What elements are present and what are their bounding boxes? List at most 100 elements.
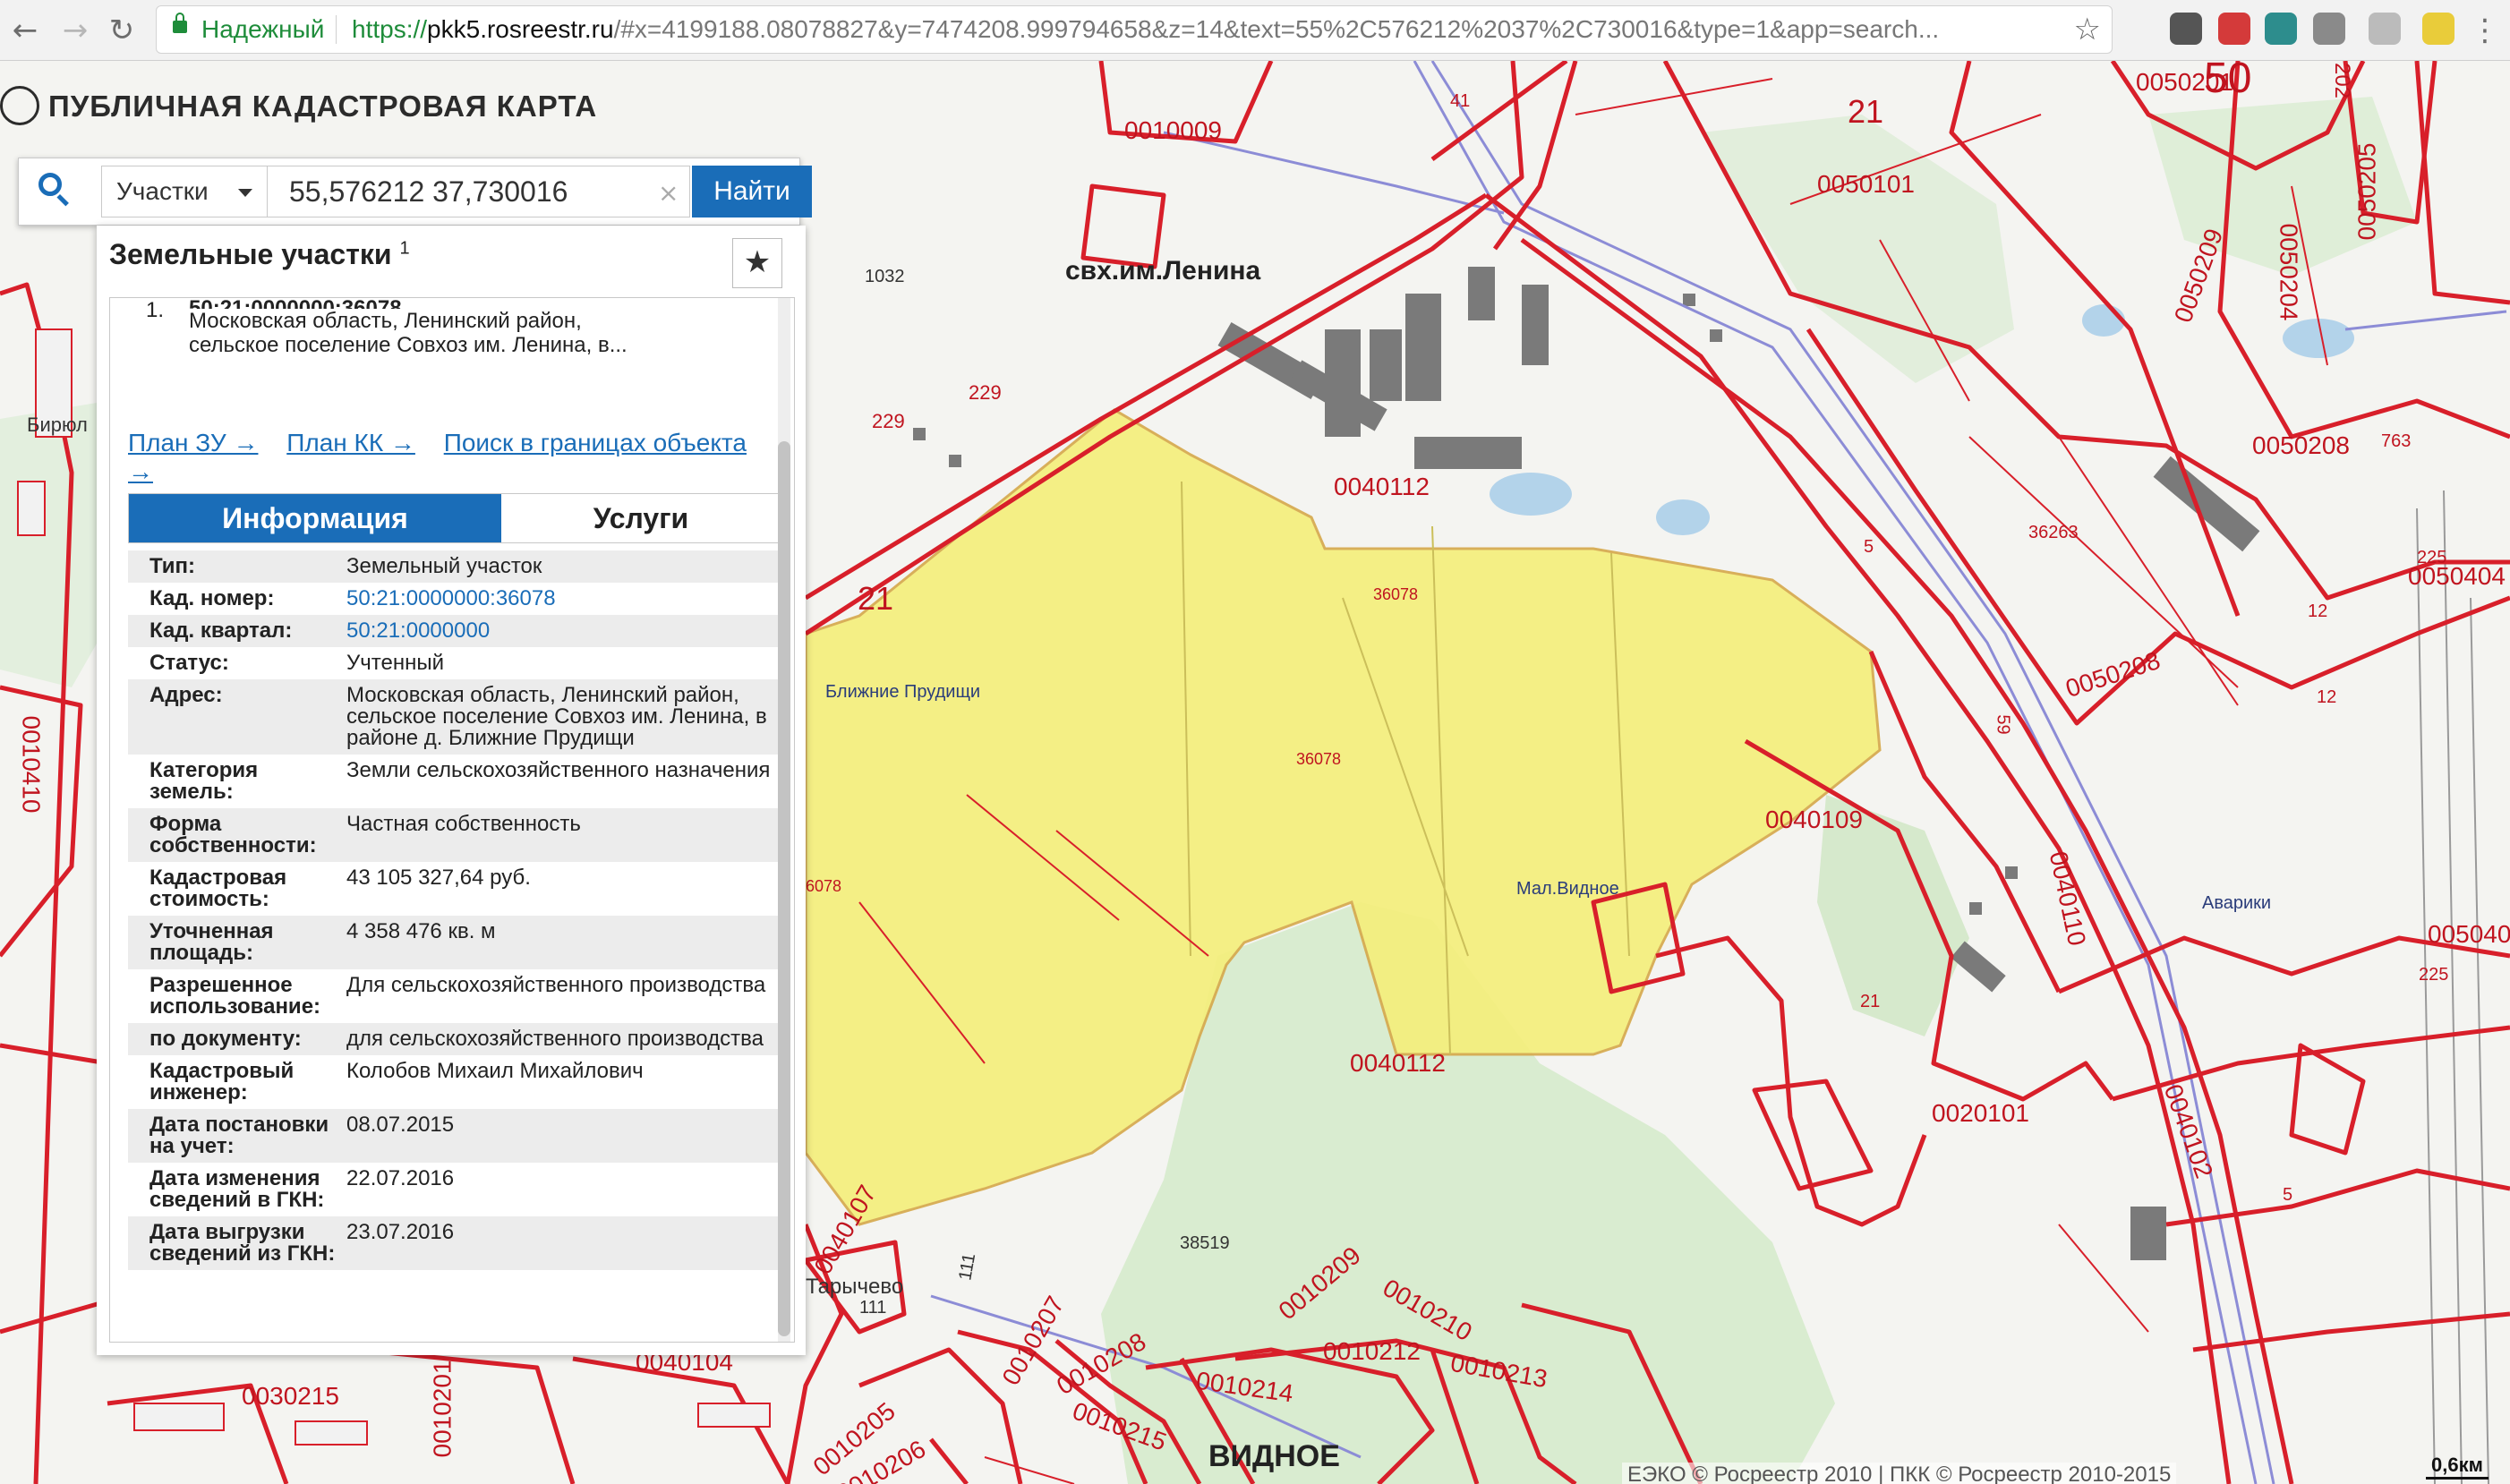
- map-label: 0040112: [1350, 1049, 1446, 1077]
- info-row: Кадастровый инженер: Колобов Михаил Михай…: [128, 1055, 781, 1109]
- info-key: Дата постановки на учет:: [149, 1113, 329, 1158]
- map-label: 0050404: [2408, 562, 2506, 590]
- info-row: Кадастровая стоимость: 43 105 327,64 руб.: [128, 862, 781, 916]
- map-label-place: Ближние Прудищи: [825, 682, 981, 702]
- info-key: Кад. квартал:: [149, 618, 293, 643]
- url-text[interactable]: https://pkk5.rosreestr.ru/#x=4199188.080…: [352, 15, 2053, 44]
- plan-zu-link[interactable]: План ЗУ →: [128, 429, 258, 456]
- panel-title-text: Земельные участки: [109, 238, 392, 270]
- find-button[interactable]: Найти: [692, 166, 812, 217]
- info-key: Дата выгрузки сведений из ГКН:: [149, 1220, 336, 1266]
- map-label: 6078: [806, 877, 842, 895]
- map-label: 21: [858, 580, 894, 617]
- map-label: 0050205: [2352, 142, 2381, 241]
- extension-icon-2[interactable]: [2218, 13, 2250, 45]
- info-value: 23.07.2016: [346, 1220, 455, 1244]
- plan-kk-link[interactable]: План КК →: [286, 429, 415, 456]
- clear-icon[interactable]: ×: [658, 178, 679, 208]
- map-label: 59: [1993, 714, 2013, 735]
- search-bar: Участки × Найти: [18, 158, 812, 226]
- search-type-select[interactable]: Участки: [101, 166, 268, 217]
- extension-icon-4[interactable]: [2313, 13, 2345, 45]
- info-key: Кад. номер:: [149, 586, 275, 610]
- map-label-place: свх.им.Ленина: [1065, 256, 1261, 286]
- info-value: Для сельскохозяйственного производства: [346, 973, 766, 997]
- map-label: 0010201: [428, 1360, 457, 1458]
- extension-icon-1[interactable]: [2170, 13, 2202, 45]
- results-panel: Земельные участки 1 ★ 1. 50:21:0000000:3…: [97, 226, 806, 1355]
- map-label: 36078: [1373, 585, 1419, 603]
- lock-icon: [173, 13, 187, 33]
- map-label: 12: [2317, 687, 2337, 707]
- extension-icon-3[interactable]: [2265, 13, 2297, 45]
- info-row: Дата изменения сведений в ГКН: 22.07.2016: [128, 1163, 781, 1216]
- map-copyright: ЕЭКО © Росреестр 2010 | ПКК © Росреестр …: [1622, 1463, 2177, 1484]
- map-label: 0010009: [1124, 116, 1223, 144]
- info-value-link[interactable]: 50:21:0000000: [343, 620, 781, 642]
- scrollbar-thumb[interactable]: [778, 441, 790, 1336]
- map-scale: 0,6км: [2426, 1454, 2489, 1480]
- info-value: Земли сельскохозяйственного назначения: [346, 758, 771, 782]
- map-label: 41: [1450, 91, 1471, 111]
- map-label-place: Бирюл: [27, 414, 88, 436]
- map-label: 0010212: [1323, 1337, 1421, 1365]
- info-value: Учтенный: [346, 651, 444, 675]
- info-value: Колобов Михаил Михайлович: [346, 1059, 644, 1083]
- info-row: Дата выгрузки сведений из ГКН: 23.07.2016: [128, 1216, 781, 1270]
- search-type-label: Участки: [116, 177, 209, 205]
- pkk-logo-icon[interactable]: [0, 86, 39, 125]
- result-item[interactable]: 50:21:0000000:36078 Московская область, …: [189, 298, 744, 357]
- info-row: Разрешенное использование: Для сельскохоз…: [128, 969, 781, 1023]
- map-label: 0020101: [1932, 1099, 2030, 1127]
- info-key: Статус:: [149, 651, 229, 675]
- result-cad-number[interactable]: 50:21:0000000:36078: [189, 298, 744, 309]
- tab-services[interactable]: Услуги: [501, 494, 781, 542]
- info-row: Форма собственности: Частная собственност…: [128, 808, 781, 862]
- info-row: по документу: для сельскохозяйственного п…: [128, 1023, 781, 1055]
- forward-icon[interactable]: →: [57, 13, 93, 48]
- info-key: Форма собственности:: [149, 812, 317, 857]
- parcel-info-table: Тип: Земельный участок Кад. номер: 50:21:00…: [128, 550, 781, 1270]
- map-label: 36263: [2028, 523, 2079, 542]
- reload-icon[interactable]: ↻: [104, 13, 140, 48]
- favorite-star-icon[interactable]: ★: [732, 238, 782, 288]
- map-label: 225: [2419, 965, 2449, 985]
- info-value: Земельный участок: [346, 554, 542, 578]
- extension-icon-5[interactable]: [2422, 13, 2455, 45]
- map-label: 0050401: [2428, 920, 2510, 948]
- info-row: Категория земель: Земли сельскохозяйствен…: [128, 755, 781, 808]
- info-row: Тип: Земельный участок: [128, 550, 781, 583]
- info-row: Кад. номер: 50:21:0000000:36078: [128, 583, 781, 615]
- chevron-down-icon: [238, 189, 252, 197]
- map-label: 21: [1860, 992, 1881, 1011]
- search-input[interactable]: [268, 166, 690, 217]
- map-label: 0030215: [242, 1382, 340, 1410]
- info-value: 43 105 327,64 руб.: [346, 866, 531, 890]
- info-row: Уточненная площадь: 4 358 476 кв. м: [128, 916, 781, 969]
- info-row: Дата постановки на учет: 08.07.2015: [128, 1109, 781, 1163]
- info-key: Дата изменения сведений в ГКН:: [149, 1166, 325, 1212]
- map-label: 229: [872, 410, 905, 432]
- map-label: 0040112: [1334, 473, 1430, 500]
- url-host: pkk5.rosreestr.ru: [427, 15, 614, 43]
- map-label: 5: [2283, 1185, 2293, 1205]
- info-value-link[interactable]: 50:21:0000000:36078: [343, 588, 781, 610]
- info-row: Кад. квартал: 50:21:0000000: [128, 615, 781, 647]
- info-row: Адрес: Московская область, Ленинский райо…: [128, 679, 781, 755]
- url-separator: [336, 15, 337, 44]
- menu-icon[interactable]: ⋮: [2467, 13, 2503, 48]
- back-icon[interactable]: ←: [7, 13, 43, 48]
- info-tabs: Информация Услуги: [128, 493, 781, 543]
- info-key: Уточненная площадь:: [149, 919, 274, 965]
- tab-information[interactable]: Информация: [129, 494, 501, 542]
- info-key: Кадастровый инженер:: [149, 1059, 295, 1104]
- address-bar[interactable]: Надежный https://pkk5.rosreestr.ru/#x=41…: [156, 5, 2113, 54]
- app-title: ПУБЛИЧНАЯ КАДАСТРОВАЯ КАРТА: [48, 90, 598, 123]
- search-icon[interactable]: [38, 173, 62, 196]
- bookmark-star-icon[interactable]: ☆: [2074, 12, 2101, 47]
- map-label-place: Аварики: [2202, 893, 2272, 913]
- result-address-line: Московская область, Ленинский район,: [189, 309, 582, 333]
- chrome-icon[interactable]: [2369, 13, 2401, 45]
- map-label: 229: [969, 381, 1002, 404]
- map-label-place: Мал.Видное: [1516, 879, 1619, 899]
